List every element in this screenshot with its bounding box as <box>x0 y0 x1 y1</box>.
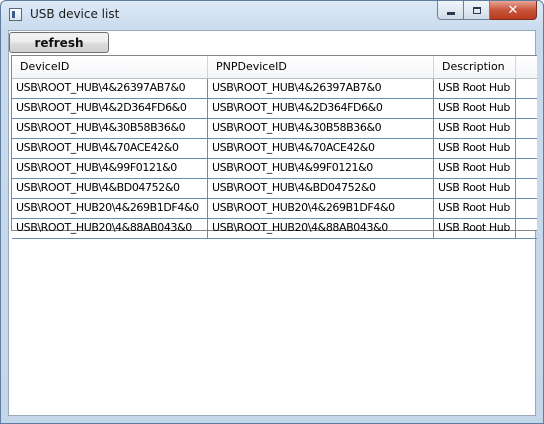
cell-description[interactable]: USB Root Hub <box>434 219 516 238</box>
close-button[interactable]: ✕ <box>490 1 537 20</box>
row-filler <box>516 199 533 218</box>
table-row[interactable]: USB\ROOT_HUB20\4&88AB043&0 USB\ROOT_HUB20… <box>12 219 537 239</box>
cell-pnpdeviceid[interactable]: USB\ROOT_HUB\4&BD04752&0 <box>208 179 434 198</box>
table-row[interactable]: USB\ROOT_HUB\4&26397AB7&0 USB\ROOT_HUB\4&… <box>12 79 537 99</box>
title-bar[interactable]: USB device list ✕ <box>1 1 543 29</box>
table-row[interactable]: USB\ROOT_HUB\4&BD04752&0 USB\ROOT_HUB\4&B… <box>12 179 537 199</box>
app-window: USB device list ✕ refresh DeviceID PNPDe… <box>0 0 544 424</box>
column-header-description[interactable]: Description <box>434 56 516 78</box>
grid-rows: USB\ROOT_HUB\4&26397AB7&0 USB\ROOT_HUB\4&… <box>12 79 537 239</box>
caption-buttons: ✕ <box>437 1 537 21</box>
close-icon: ✕ <box>507 2 519 18</box>
column-header-deviceid[interactable]: DeviceID <box>12 56 208 78</box>
table-row[interactable]: USB\ROOT_HUB\4&2D364FD6&0 USB\ROOT_HUB\4&… <box>12 99 537 119</box>
table-row[interactable]: USB\ROOT_HUB\4&70ACE42&0 USB\ROOT_HUB\4&7… <box>12 139 537 159</box>
cell-pnpdeviceid[interactable]: USB\ROOT_HUB\4&30B58B36&0 <box>208 119 434 138</box>
table-row[interactable]: USB\ROOT_HUB20\4&269B1DF4&0 USB\ROOT_HUB2… <box>12 199 537 219</box>
cell-description[interactable]: USB Root Hub <box>434 79 516 98</box>
row-filler <box>516 79 533 98</box>
minimize-button[interactable] <box>437 1 464 20</box>
cell-description[interactable]: USB Root Hub <box>434 199 516 218</box>
row-filler <box>516 179 533 198</box>
cell-deviceid[interactable]: USB\ROOT_HUB\4&2D364FD6&0 <box>12 99 208 118</box>
client-area: refresh DeviceID PNPDeviceID Description… <box>8 30 537 416</box>
cell-pnpdeviceid[interactable]: USB\ROOT_HUB\4&26397AB7&0 <box>208 79 434 98</box>
cell-pnpdeviceid[interactable]: USB\ROOT_HUB\4&99F0121&0 <box>208 159 434 178</box>
window-title: USB device list <box>30 7 120 21</box>
grid-header: DeviceID PNPDeviceID Description <box>12 56 537 79</box>
column-header-pnpdeviceid[interactable]: PNPDeviceID <box>208 56 434 78</box>
cell-description[interactable]: USB Root Hub <box>434 159 516 178</box>
cell-deviceid[interactable]: USB\ROOT_HUB\4&30B58B36&0 <box>12 119 208 138</box>
row-filler <box>516 99 533 118</box>
cell-pnpdeviceid[interactable]: USB\ROOT_HUB\4&70ACE42&0 <box>208 139 434 158</box>
cell-description[interactable]: USB Root Hub <box>434 99 516 118</box>
cell-pnpdeviceid[interactable]: USB\ROOT_HUB20\4&88AB043&0 <box>208 219 434 238</box>
device-grid[interactable]: DeviceID PNPDeviceID Description USB\ROO… <box>11 55 537 239</box>
cell-description[interactable]: USB Root Hub <box>434 139 516 158</box>
cell-deviceid[interactable]: USB\ROOT_HUB\4&26397AB7&0 <box>12 79 208 98</box>
cell-deviceid[interactable]: USB\ROOT_HUB20\4&88AB043&0 <box>12 219 208 238</box>
cell-deviceid[interactable]: USB\ROOT_HUB20\4&269B1DF4&0 <box>12 199 208 218</box>
maximize-button[interactable] <box>464 1 490 20</box>
cell-pnpdeviceid[interactable]: USB\ROOT_HUB20\4&269B1DF4&0 <box>208 199 434 218</box>
minimize-icon <box>446 11 455 15</box>
table-row[interactable]: USB\ROOT_HUB\4&99F0121&0 USB\ROOT_HUB\4&9… <box>12 159 537 179</box>
maximize-icon <box>472 6 481 14</box>
row-filler <box>516 139 533 158</box>
cell-deviceid[interactable]: USB\ROOT_HUB\4&99F0121&0 <box>12 159 208 178</box>
cell-description[interactable]: USB Root Hub <box>434 119 516 138</box>
app-window-icon[interactable] <box>9 8 22 21</box>
row-filler <box>516 159 533 178</box>
cell-deviceid[interactable]: USB\ROOT_HUB\4&BD04752&0 <box>12 179 208 198</box>
cell-deviceid[interactable]: USB\ROOT_HUB\4&70ACE42&0 <box>12 139 208 158</box>
row-filler <box>516 119 533 138</box>
column-header-filler <box>516 56 537 78</box>
refresh-button[interactable]: refresh <box>9 32 109 53</box>
row-filler <box>516 219 533 238</box>
cell-pnpdeviceid[interactable]: USB\ROOT_HUB\4&2D364FD6&0 <box>208 99 434 118</box>
table-row[interactable]: USB\ROOT_HUB\4&30B58B36&0 USB\ROOT_HUB\4&… <box>12 119 537 139</box>
cell-description[interactable]: USB Root Hub <box>434 179 516 198</box>
